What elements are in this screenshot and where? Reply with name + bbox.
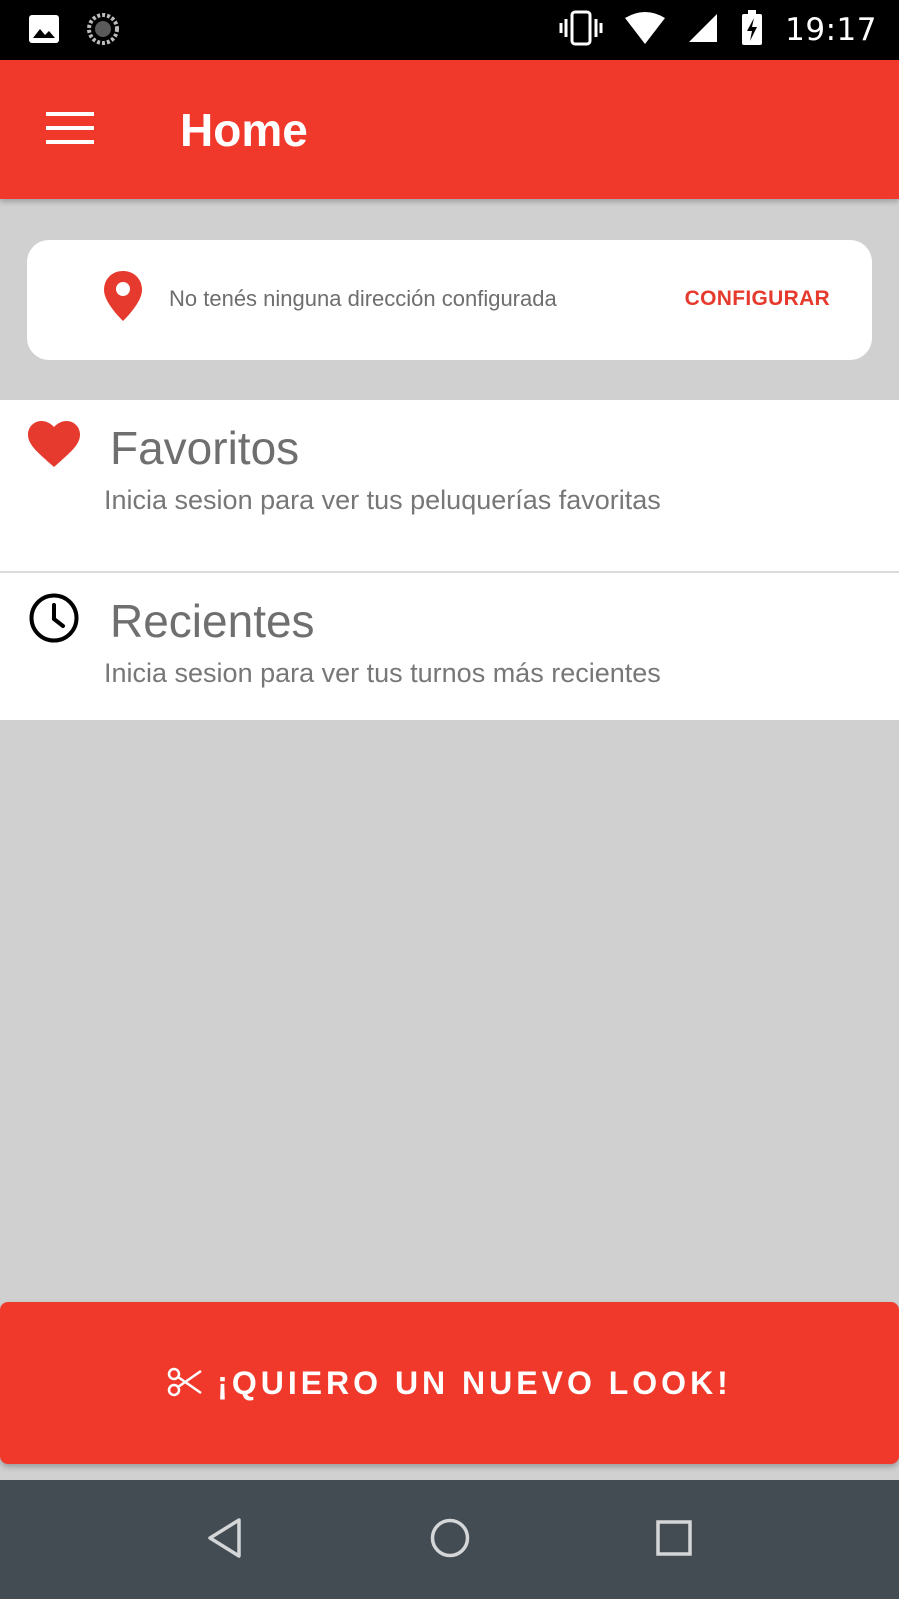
status-time: 19:17 xyxy=(785,12,877,48)
new-look-button[interactable]: ¡QUIERO UN NUEVO LOOK! xyxy=(0,1302,899,1464)
clock-icon xyxy=(28,592,80,649)
recents-item[interactable]: Recientes Inicia sesion para ver tus tur… xyxy=(0,573,899,720)
battery-charging-icon xyxy=(741,9,763,51)
heart-icon xyxy=(28,421,80,474)
favorites-item[interactable]: Favoritos Inicia sesion para ver tus pel… xyxy=(0,400,899,571)
recents-subtitle: Inicia sesion para ver tus turnos más re… xyxy=(104,658,661,688)
home-icon xyxy=(428,1516,472,1565)
back-icon xyxy=(205,1517,245,1564)
address-message: No tenés ninguna dirección configurada xyxy=(169,286,557,311)
recents-icon xyxy=(654,1518,694,1563)
new-look-label: ¡QUIERO UN NUEVO LOOK! xyxy=(217,1365,732,1401)
status-bar: 19:17 xyxy=(0,0,899,60)
home-button[interactable] xyxy=(410,1502,490,1578)
page-title: Home xyxy=(180,104,308,156)
address-card: No tenés ninguna dirección configurada C… xyxy=(27,240,872,360)
recents-button[interactable] xyxy=(634,1502,714,1578)
vibrate-icon xyxy=(559,10,603,51)
sync-icon xyxy=(86,12,120,51)
sections-list: Favoritos Inicia sesion para ver tus pel… xyxy=(0,400,899,720)
menu-button[interactable] xyxy=(36,100,104,160)
app-bar: Home xyxy=(0,60,899,199)
location-pin-icon xyxy=(103,271,143,326)
status-bar-right: 19:17 xyxy=(537,9,877,51)
image-icon xyxy=(28,14,60,49)
menu-icon xyxy=(46,110,94,151)
favorites-subtitle: Inicia sesion para ver tus peluquerías f… xyxy=(104,485,661,515)
recents-title: Recientes xyxy=(110,595,315,647)
status-bar-left xyxy=(28,12,146,51)
signal-icon xyxy=(687,12,719,49)
wifi-icon xyxy=(625,11,666,49)
back-button[interactable] xyxy=(185,1502,265,1578)
configure-button[interactable]: CONFIGURAR xyxy=(683,280,832,318)
scissors-icon xyxy=(167,1367,203,1402)
favorites-title: Favoritos xyxy=(110,422,300,474)
navigation-bar xyxy=(0,1480,899,1599)
